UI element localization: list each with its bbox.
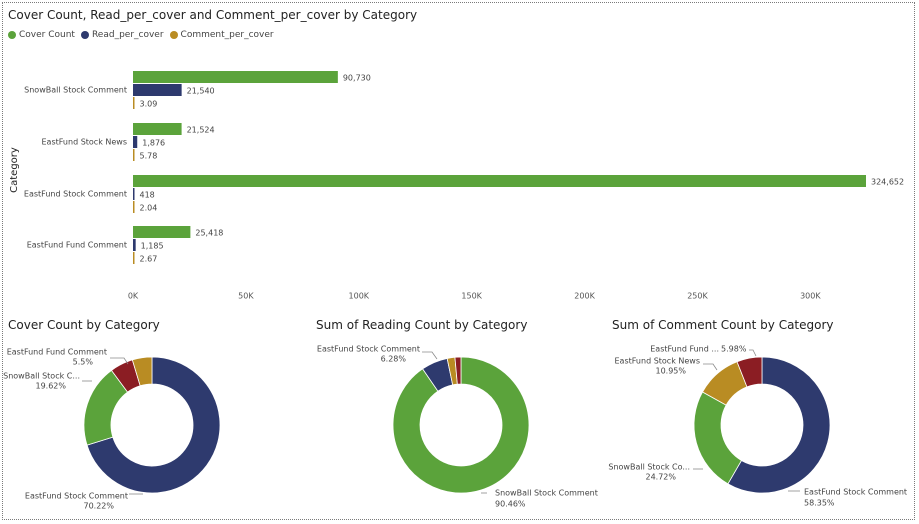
bar-cover-count-eastfund-fund-comment[interactable]: [133, 226, 191, 238]
data-label-read-per-cover-eastfund-stock-comment: 418: [140, 191, 155, 200]
slice-pct-cover-count-eastfund-fund-comment: 5.5%: [73, 358, 94, 367]
slice-pct-reading-count-eastfund-stock-comment: 6.28%: [381, 355, 407, 364]
bar-read-per-cover-eastfund-stock-news[interactable]: [133, 136, 138, 148]
x-tick-label-0k: 0K: [128, 292, 139, 301]
data-label-read-per-cover-eastfund-stock-news: 1,876: [142, 139, 165, 148]
slice-pct-comment-count-eastfund-fund-comment: 5.98%: [721, 345, 747, 354]
data-label-read-per-cover-eastfund-fund-comment: 1,185: [141, 242, 164, 251]
chart-canvas[interactable]: Category SnowBall Stock Comment 90,730 21,5…: [0, 0, 919, 524]
x-tick-label-300k: 300K: [800, 292, 821, 301]
bar-read-per-cover-eastfund-stock-comment[interactable]: [133, 188, 135, 200]
y-axis-title: Category: [9, 147, 20, 193]
data-label-cover-count-snowball-stock-comment: 90,730: [343, 74, 371, 83]
bar-cover-count-eastfund-stock-comment[interactable]: [133, 175, 866, 187]
bar-cover-count-eastfund-stock-news[interactable]: [133, 123, 182, 135]
slice-pct-comment-count-snowball-stock-comment: 24.72%: [645, 473, 676, 482]
bar-comment-per-cover-eastfund-stock-news[interactable]: [133, 149, 135, 161]
x-tick-label-100k: 100K: [349, 292, 370, 301]
slice-label-reading-count-eastfund-stock-comment: EastFund Stock Comment: [317, 345, 420, 354]
slice-pct-cover-count-eastfund-stock-comment: 70.22%: [83, 502, 114, 511]
donut-slice-comment-count-snowball-stock-comment[interactable]: [693, 391, 743, 485]
leader-line-reading-count-eastfund-stock-comment: [422, 351, 438, 360]
x-tick-label-50k: 50K: [238, 292, 254, 301]
leader-line-comment-count-eastfund-fund-comment: [749, 349, 757, 357]
data-label-comment-per-cover-snowball-stock-comment: 3.09: [140, 100, 158, 109]
category-label-snowball-stock-comment: SnowBall Stock Comment: [24, 86, 127, 95]
x-tick-label-150k: 150K: [461, 292, 482, 301]
slice-pct-comment-count-eastfund-stock-comment: 58.35%: [804, 499, 835, 508]
slice-label-reading-count-snowball-stock-comment: SnowBall Stock Comment: [495, 489, 598, 498]
bar-cover-count-snowball-stock-comment[interactable]: [133, 71, 338, 83]
data-label-cover-count-eastfund-fund-comment: 25,418: [195, 229, 223, 238]
slice-label-comment-count-eastfund-stock-news: EastFund Stock News: [615, 357, 701, 366]
bar-read-per-cover-snowball-stock-comment[interactable]: [133, 84, 182, 96]
data-label-comment-per-cover-eastfund-stock-comment: 2.04: [140, 204, 158, 213]
data-label-cover-count-eastfund-stock-news: 21,524: [187, 126, 215, 135]
category-label-eastfund-stock-comment: EastFund Stock Comment: [24, 190, 127, 199]
data-label-comment-per-cover-eastfund-stock-news: 5.78: [140, 152, 158, 161]
bar-read-per-cover-eastfund-fund-comment[interactable]: [133, 239, 136, 251]
slice-label-comment-count-snowball-stock-comment: SnowBall Stock Co...: [608, 463, 690, 472]
bar-comment-per-cover-snowball-stock-comment[interactable]: [133, 97, 135, 109]
data-label-cover-count-eastfund-stock-comment: 324,652: [871, 178, 904, 187]
x-tick-label-250k: 250K: [687, 292, 708, 301]
data-label-comment-per-cover-eastfund-fund-comment: 2.67: [140, 255, 158, 264]
slice-label-cover-count-eastfund-fund-comment: EastFund Fund Comment: [7, 348, 107, 357]
category-label-eastfund-stock-news: EastFund Stock News: [42, 138, 128, 147]
bar-comment-per-cover-eastfund-stock-comment[interactable]: [133, 201, 135, 213]
slice-label-comment-count-eastfund-fund-comment: EastFund Fund ...: [650, 345, 719, 354]
category-label-eastfund-fund-comment: EastFund Fund Comment: [27, 241, 127, 250]
data-label-read-per-cover-snowball-stock-comment: 21,540: [187, 87, 215, 96]
slice-label-comment-count-eastfund-stock-comment: EastFund Stock Comment: [804, 488, 907, 497]
slice-label-cover-count-eastfund-stock-comment: EastFund Stock Comment: [25, 492, 128, 501]
slice-pct-reading-count-snowball-stock-comment: 90.46%: [495, 500, 526, 509]
leader-line-comment-count-eastfund-stock-news: [703, 363, 718, 371]
slice-pct-cover-count-snowball-stock-comment: 19.62%: [35, 382, 66, 391]
slice-pct-comment-count-eastfund-stock-news: 10.95%: [655, 367, 686, 376]
x-tick-label-200k: 200K: [574, 292, 595, 301]
bar-comment-per-cover-eastfund-fund-comment[interactable]: [133, 252, 135, 264]
slice-label-cover-count-snowball-stock-comment: SnowBall Stock C...: [3, 372, 80, 381]
